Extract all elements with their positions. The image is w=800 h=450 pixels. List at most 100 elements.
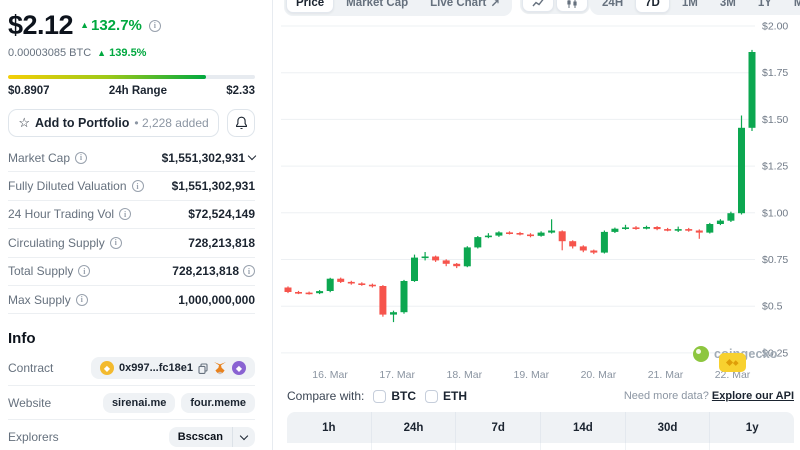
range-title: 24h Range	[108, 85, 167, 97]
coin-page: $2.12 ▲ 132.7% i 0.00003085 BTC ▲ 139.5%…	[0, 0, 800, 450]
portfolio-row: ☆ Add to Portfolio • 2,228 added	[8, 109, 255, 137]
svg-text:20. Mar: 20. Mar	[581, 369, 617, 381]
range-high: $2.33	[226, 85, 255, 97]
wallet-badge-icon[interactable]: ◆	[232, 361, 246, 376]
info-icon[interactable]: i	[243, 265, 255, 278]
website-row: Website sirenai.me four.meme	[8, 386, 255, 421]
svg-text:16. Mar: 16. Mar	[312, 369, 348, 381]
stat-value: 728,213,818	[188, 235, 255, 250]
stat-value: $1,551,302,931	[171, 179, 255, 194]
stat-value: $72,524,149	[188, 207, 255, 222]
info-icon[interactable]: i	[78, 265, 91, 278]
bnb-chain-icon: ◆	[99, 361, 114, 376]
eth-checkbox-label: ETH	[443, 389, 468, 403]
column-24h: 24h	[372, 412, 457, 443]
copy-icon[interactable]	[198, 363, 208, 374]
coingecko-gecko-icon	[693, 346, 709, 362]
column-14d: 14d	[541, 412, 626, 443]
sparkle-icon	[733, 360, 739, 365]
compare-row: Compare with: BTC ETH Need more data? Ex…	[287, 389, 794, 403]
svg-text:18. Mar: 18. Mar	[446, 369, 482, 381]
candlestick-chart[interactable]: $2.00$1.75$1.50$1.25$1.00$0.75$0.5$0.251…	[281, 0, 800, 386]
stat-label: Fully Diluted Valuation i	[8, 179, 144, 193]
info-icon[interactable]: i	[75, 293, 88, 306]
svg-text:$1.00: $1.00	[762, 207, 788, 219]
column-1h: 1h	[287, 412, 372, 443]
portfolio-added-count: • 2,228 added	[134, 116, 209, 130]
stat-row-volume: 24 Hour Trading Vol i $72,524,149	[8, 201, 255, 230]
btc-price: 0.00003085 BTC	[8, 47, 92, 59]
stats-table: Market Cap i $1,551,302,931 Fully Diluted…	[8, 144, 257, 315]
svg-text:19. Mar: 19. Mar	[513, 369, 549, 381]
contract-address: 0x997...fc18e1	[118, 362, 193, 375]
btc-checkbox[interactable]	[373, 389, 387, 403]
metamask-icon[interactable]	[213, 361, 227, 375]
column-1y: 1y	[745, 421, 759, 434]
price-alert-button[interactable]	[227, 109, 255, 137]
svg-text:$1.50: $1.50	[762, 114, 788, 126]
range-24h: $0.8907 24h Range $2.33	[8, 75, 255, 97]
range-bar-fill	[8, 75, 206, 79]
svg-text:$2.00: $2.00	[762, 21, 788, 33]
price-change-table: 1h 24h 7d 14d 30d 1y	[287, 412, 794, 450]
website-link-fourmeme[interactable]: four.meme	[181, 392, 255, 413]
stat-label: Max Supply i	[8, 293, 88, 307]
explore-api-link[interactable]: Explore our API	[712, 390, 794, 402]
star-icon: ☆	[18, 115, 30, 130]
stat-row-circulating-supply: Circulating Supply i 728,213,818	[8, 229, 255, 258]
compare-eth-option[interactable]: ETH	[425, 389, 467, 403]
portfolio-label: Add to Portfolio	[34, 116, 130, 130]
stat-row-market-cap: Market Cap i $1,551,302,931	[8, 144, 257, 173]
explorer-dropdown-button[interactable]	[232, 427, 255, 448]
contract-address-pill[interactable]: ◆ 0x997...fc18e1 ◆	[90, 357, 255, 380]
compare-btc-option[interactable]: BTC	[373, 389, 416, 403]
up-triangle-icon: ▲	[80, 20, 89, 30]
ai-sparkle-badge[interactable]	[719, 353, 746, 372]
svg-text:17. Mar: 17. Mar	[379, 369, 415, 381]
price-change-24h: ▲ 132.7%	[80, 17, 142, 34]
info-icon[interactable]: i	[109, 236, 122, 249]
stat-label: Total Supply i	[8, 264, 91, 278]
info-icon[interactable]: i	[131, 180, 144, 193]
price-change-table-header: 1h 24h 7d 14d 30d 1y	[287, 412, 794, 443]
svg-text:21. Mar: 21. Mar	[648, 369, 684, 381]
explorer-link-bscscan[interactable]: Bscscan	[169, 427, 232, 447]
stat-row-fdv: Fully Diluted Valuation i $1,551,302,931	[8, 172, 255, 201]
price-info-icon[interactable]: i	[148, 19, 161, 32]
svg-text:$1.75: $1.75	[762, 67, 788, 79]
chevron-down-icon	[239, 431, 249, 440]
column-30d: 30d	[626, 412, 711, 443]
range-bar	[8, 75, 255, 79]
chevron-down-icon	[247, 151, 257, 161]
btc-change: ▲ 139.5%	[97, 47, 146, 59]
range-labels: $0.8907 24h Range $2.33	[8, 85, 255, 97]
info-section-heading: Info	[8, 330, 36, 348]
explorer-pill: Bscscan	[168, 427, 255, 448]
explorers-row: Explorers Bscscan	[8, 420, 255, 450]
bell-icon	[235, 116, 247, 129]
info-icon[interactable]: i	[119, 208, 132, 221]
stat-row-max-supply: Max Supply i 1,000,000,000	[8, 286, 255, 315]
eth-checkbox[interactable]	[425, 389, 439, 403]
stat-value[interactable]: $1,551,302,931	[162, 151, 257, 165]
compare-with-label: Compare with:	[287, 389, 365, 403]
coin-sidebar: $2.12 ▲ 132.7% i 0.00003085 BTC ▲ 139.5%…	[0, 0, 273, 450]
contract-row: Contract ◆ 0x997...fc18e1 ◆	[8, 351, 255, 386]
price-change-value: 132.7%	[91, 17, 142, 34]
stat-label: Circulating Supply i	[8, 236, 122, 250]
price-header: $2.12 ▲ 132.7% i	[8, 10, 255, 41]
chart-panel: Price Market Cap Live Chart ↗ 24H 7D 1M …	[281, 0, 800, 450]
up-triangle-icon: ▲	[97, 48, 107, 58]
column-7d: 7d	[456, 412, 542, 443]
btc-checkbox-label: BTC	[391, 389, 417, 403]
svg-text:$0.75: $0.75	[762, 254, 788, 266]
website-link-sirenai[interactable]: sirenai.me	[102, 392, 176, 413]
stat-value: 728,213,818 i	[172, 264, 255, 278]
info-icon[interactable]: i	[75, 151, 88, 164]
stat-label: Market Cap i	[8, 151, 88, 165]
add-to-portfolio-button[interactable]: ☆ Add to Portfolio • 2,228 added	[8, 109, 219, 137]
range-low: $0.8907	[8, 85, 50, 97]
stat-value: 1,000,000,000	[178, 292, 255, 307]
btc-price-row: 0.00003085 BTC ▲ 139.5%	[8, 47, 255, 59]
explorers-label: Explorers	[8, 430, 59, 445]
